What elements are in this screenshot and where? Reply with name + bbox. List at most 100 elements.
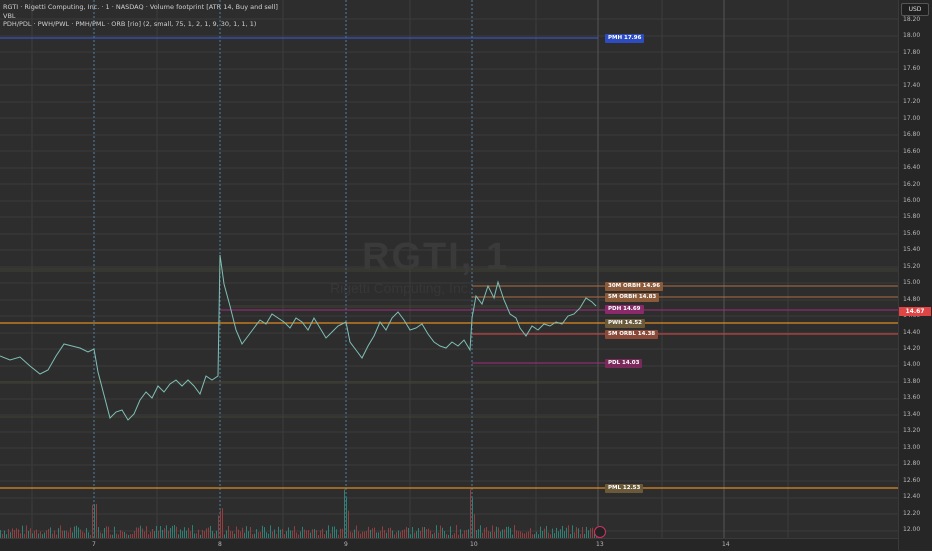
volume-bar xyxy=(368,526,369,538)
volume-bar xyxy=(412,527,413,538)
volume-bar xyxy=(114,526,115,538)
price-tick: 15.40 xyxy=(903,246,921,254)
volume-bar xyxy=(466,530,467,538)
volume-bar xyxy=(64,530,65,538)
volume-bar xyxy=(404,529,405,538)
volume-bar xyxy=(202,529,203,538)
volume-bar xyxy=(164,528,165,538)
volume-bar xyxy=(74,526,75,538)
volume-bar xyxy=(336,529,337,538)
volume-bar xyxy=(216,530,217,538)
price-axis[interactable]: 18.20 18.00 17.80 17.60 17.40 17.20 17.00 16.80… xyxy=(898,0,932,550)
volume-bar xyxy=(472,498,473,538)
volume-bar xyxy=(46,530,47,538)
volume-bar xyxy=(94,504,95,538)
volume-bar xyxy=(328,525,329,538)
price-tick: 15.60 xyxy=(903,229,921,237)
volume-bar xyxy=(282,528,283,538)
volume-bar xyxy=(420,530,421,538)
price-tick: 13.60 xyxy=(903,394,921,402)
price-tick: 15.80 xyxy=(903,213,921,221)
volume-bar xyxy=(80,529,81,538)
volume-bar xyxy=(286,531,287,538)
orbh5-label: 5M ORBH 14.83 xyxy=(605,293,660,302)
volume-bar xyxy=(270,525,271,538)
volume-bar xyxy=(186,530,187,538)
volume-bar xyxy=(154,531,155,538)
volume-bar xyxy=(62,530,63,538)
volume-bar xyxy=(4,530,5,538)
volume-bar xyxy=(398,530,399,538)
volume-bar xyxy=(206,528,207,538)
volume-bar xyxy=(416,531,417,538)
current-price-tag: 14.67 xyxy=(899,307,931,316)
price-tick: 13.00 xyxy=(903,443,921,451)
volume-bar xyxy=(586,526,587,538)
volume-bar xyxy=(440,525,441,538)
volume-bar xyxy=(380,530,381,538)
volume-bar xyxy=(76,525,77,538)
currency-button[interactable]: USD xyxy=(901,3,929,16)
volume-bar xyxy=(566,527,567,538)
volume-bar xyxy=(26,525,27,538)
price-tick: 17.20 xyxy=(903,98,921,106)
volume-bar xyxy=(468,529,469,538)
volume-bar xyxy=(250,526,251,538)
price-tick: 12.80 xyxy=(903,460,921,468)
legend-vbl[interactable]: VBL xyxy=(3,12,278,21)
chart-area[interactable]: RGTI, 1 Rigetti Computing, Inc. RGTI · R… xyxy=(0,0,898,538)
volume-bar xyxy=(322,528,323,538)
volume-bar xyxy=(306,530,307,538)
volume-bar xyxy=(486,527,487,538)
volume-bar xyxy=(166,525,167,538)
volume-bar xyxy=(422,527,423,538)
volume-bar xyxy=(58,528,59,538)
volume-bar xyxy=(170,527,171,538)
volume-bar xyxy=(492,525,493,538)
price-tick: 15.00 xyxy=(903,279,921,287)
volume-bar xyxy=(8,529,9,538)
volume-bar xyxy=(12,528,13,538)
pmh-label: PMH 17.96 xyxy=(605,34,645,43)
volume-bar xyxy=(70,527,71,538)
legend-title[interactable]: RGTI · Rigetti Computing, Inc. · 1 · NAS… xyxy=(3,3,278,12)
volume-bar xyxy=(568,525,569,538)
volume-bar xyxy=(478,529,479,538)
volume-bar xyxy=(436,525,437,538)
volume-bar xyxy=(542,530,543,538)
volume-bar xyxy=(304,529,305,538)
volume-bar xyxy=(66,530,67,538)
volume-bar xyxy=(144,531,145,538)
volume-bar xyxy=(204,531,205,538)
volume-bar xyxy=(476,529,477,538)
volume-bar xyxy=(498,527,499,538)
volume-bar xyxy=(510,528,511,538)
volume-bar xyxy=(424,527,425,538)
volume-bar xyxy=(162,530,163,538)
volume-bar xyxy=(262,525,263,538)
price-tick: 14.20 xyxy=(903,345,921,352)
time-tick: 13 xyxy=(596,541,604,548)
volume-bar xyxy=(442,527,443,538)
price-tick: 14.80 xyxy=(903,295,921,303)
volume-bar xyxy=(320,530,321,538)
volume-bar xyxy=(34,530,35,538)
volume-bar xyxy=(540,526,541,538)
volume-bar xyxy=(348,510,349,538)
volume-bar xyxy=(546,525,547,538)
camera-icon[interactable] xyxy=(594,526,606,538)
volume-bar xyxy=(340,528,341,538)
volume-bar xyxy=(50,527,51,538)
price-tick: 16.00 xyxy=(903,196,921,204)
volume-bar xyxy=(562,525,563,538)
price-tick: 12.00 xyxy=(903,525,921,533)
volume-bar xyxy=(356,525,357,538)
volume-bar xyxy=(516,530,517,538)
price-tick: 17.40 xyxy=(903,81,921,89)
time-axis[interactable]: 7 8 9 10 13 14 xyxy=(0,538,898,551)
volume-bar xyxy=(190,531,191,538)
volume-bar xyxy=(156,525,157,538)
legend-indicator[interactable]: PDH/PDL · PWH/PWL · PMH/PML · ORB [rio] … xyxy=(3,20,278,29)
volume-bar xyxy=(140,525,141,538)
volume-bar xyxy=(544,528,545,538)
